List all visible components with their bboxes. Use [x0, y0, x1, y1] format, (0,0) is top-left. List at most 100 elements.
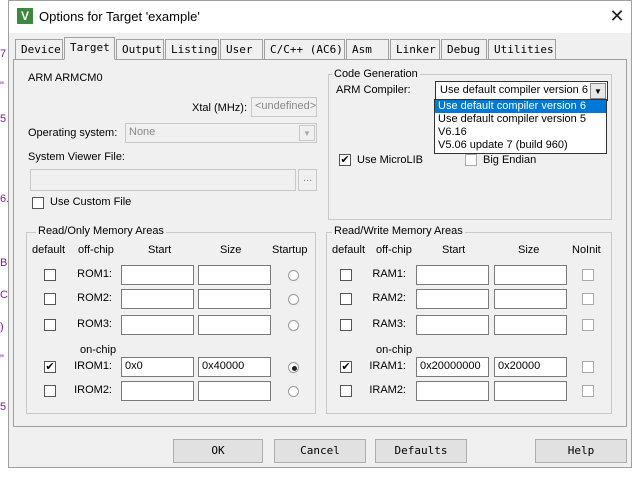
- chevron-down-icon[interactable]: ▼: [590, 83, 606, 99]
- svf-input[interactable]: [30, 169, 296, 191]
- os-label: Operating system:: [28, 127, 118, 139]
- rw-noinit-checkbox[interactable]: [582, 269, 594, 281]
- ro-default-checkbox[interactable]: [44, 319, 56, 331]
- tab-target[interactable]: Target: [64, 37, 115, 60]
- tab-utilities[interactable]: Utilities: [488, 39, 556, 59]
- rw-default-checkbox[interactable]: [340, 385, 352, 397]
- rw-default-checkbox[interactable]: [340, 269, 352, 281]
- ro-startup-radio[interactable]: [288, 320, 299, 331]
- ro-size-input[interactable]: [198, 315, 271, 335]
- tab-user[interactable]: User: [220, 39, 263, 59]
- ro-row-name: IROM1:: [74, 360, 112, 372]
- tab-linker[interactable]: Linker: [390, 39, 440, 59]
- os-select[interactable]: None ▼: [125, 123, 317, 143]
- rw-size-input[interactable]: [494, 315, 567, 335]
- custom-file-checkbox[interactable]: [32, 197, 44, 209]
- rw-noinit-checkbox[interactable]: [582, 319, 594, 331]
- window-title: Options for Target 'example': [39, 9, 200, 24]
- rw-header-default: default: [332, 244, 366, 256]
- ro-start-input[interactable]: [121, 265, 194, 285]
- compiler-option[interactable]: Use default compiler version 5: [435, 113, 606, 126]
- device-name: ARM ARMCM0: [28, 72, 103, 84]
- ro-row-name: IROM2:: [74, 384, 112, 396]
- ro-default-checkbox[interactable]: ✔: [44, 361, 56, 373]
- rw-memory-title: Read/Write Memory Areas: [332, 225, 465, 237]
- rw-noinit-checkbox[interactable]: [582, 361, 594, 373]
- rw-start-input[interactable]: [416, 381, 489, 401]
- xtal-input[interactable]: <undefined>: [251, 97, 317, 117]
- ro-header-size: Size: [220, 244, 242, 256]
- edge-glyph: 5: [0, 401, 7, 413]
- help-button[interactable]: Help: [535, 439, 627, 463]
- chevron-down-icon: ▼: [299, 125, 315, 141]
- defaults-button[interactable]: Defaults: [375, 439, 467, 463]
- edge-glyph: 7: [0, 48, 7, 60]
- tab-device[interactable]: Device: [15, 39, 63, 59]
- ro-size-input[interactable]: 0x40000: [198, 357, 271, 377]
- compiler-option[interactable]: V5.06 update 7 (build 960): [435, 139, 606, 152]
- rw-size-input[interactable]: [494, 289, 567, 309]
- rw-header-noinit: NoInit: [572, 244, 601, 256]
- compiler-option[interactable]: Use default compiler version 6: [435, 100, 606, 113]
- rw-start-input[interactable]: [416, 265, 489, 285]
- ro-startup-radio[interactable]: [288, 362, 299, 373]
- compiler-label: ARM Compiler:: [336, 84, 411, 96]
- ro-start-input[interactable]: [121, 315, 194, 335]
- tab-debug[interactable]: Debug: [441, 39, 487, 59]
- rw-start-input[interactable]: [416, 315, 489, 335]
- rw-default-checkbox[interactable]: [340, 293, 352, 305]
- rw-default-checkbox[interactable]: [340, 319, 352, 331]
- ro-start-input[interactable]: [121, 381, 194, 401]
- rw-start-input[interactable]: 0x20000000: [416, 357, 489, 377]
- tab-cpp[interactable]: C/C++ (AC6): [264, 39, 345, 59]
- rw-onchip-label: on-chip: [376, 344, 413, 356]
- ro-default-checkbox[interactable]: [44, 385, 56, 397]
- big-endian-label: Big Endian: [483, 154, 537, 166]
- edge-glyph: 5: [0, 113, 7, 125]
- rw-start-input[interactable]: [416, 289, 489, 309]
- microlib-checkbox[interactable]: ✔: [339, 154, 351, 166]
- ro-onchip-label: on-chip: [80, 344, 117, 356]
- ro-start-input[interactable]: [121, 289, 194, 309]
- edge-glyph: ): [0, 321, 4, 333]
- rw-size-input[interactable]: 0x20000: [494, 357, 567, 377]
- big-endian-checkbox[interactable]: [465, 154, 477, 166]
- rw-default-checkbox[interactable]: ✔: [340, 361, 352, 373]
- ro-size-input[interactable]: [198, 289, 271, 309]
- rw-size-input[interactable]: [494, 381, 567, 401]
- edge-glyph: ": [0, 353, 4, 365]
- ro-startup-radio[interactable]: [288, 270, 299, 281]
- ro-size-input[interactable]: [198, 265, 271, 285]
- compiler-option[interactable]: V6.16: [435, 126, 606, 139]
- title-bar[interactable]: V Options for Target 'example' ✕: [9, 1, 631, 33]
- cancel-button[interactable]: Cancel: [274, 439, 366, 463]
- rw-row-name: IRAM1:: [369, 360, 406, 372]
- edge-glyph: B: [0, 257, 8, 269]
- tab-asm[interactable]: Asm: [346, 39, 389, 59]
- ro-header-start: Start: [148, 244, 172, 256]
- compiler-select[interactable]: Use default compiler version 6 ▼: [435, 81, 608, 101]
- ro-default-checkbox[interactable]: [44, 269, 56, 281]
- close-icon[interactable]: ✕: [605, 5, 629, 27]
- edge-glyph: C: [0, 289, 8, 301]
- edge-glyph: 6.: [0, 193, 10, 205]
- ok-button[interactable]: OK: [173, 439, 263, 463]
- ro-header-default: default: [32, 244, 66, 256]
- ro-row-name: ROM3:: [77, 318, 112, 330]
- rw-row-name: RAM3:: [372, 318, 406, 330]
- rw-size-input[interactable]: [494, 265, 567, 285]
- ro-header-offchip: off-chip: [78, 244, 114, 256]
- tab-listing[interactable]: Listing: [165, 39, 219, 59]
- rw-noinit-checkbox[interactable]: [582, 293, 594, 305]
- tab-output[interactable]: Output: [116, 39, 164, 59]
- rw-noinit-checkbox[interactable]: [582, 385, 594, 397]
- ro-start-input[interactable]: 0x0: [121, 357, 194, 377]
- xtal-label: Xtal (MHz):: [192, 102, 247, 114]
- os-value: None: [129, 126, 156, 138]
- ro-size-input[interactable]: [198, 381, 271, 401]
- ro-default-checkbox[interactable]: [44, 293, 56, 305]
- ro-startup-radio[interactable]: [288, 386, 299, 397]
- compiler-dropdown-list: Use default compiler version 6 Use defau…: [434, 99, 607, 154]
- ro-startup-radio[interactable]: [288, 294, 299, 305]
- browse-button[interactable]: ...: [298, 169, 317, 191]
